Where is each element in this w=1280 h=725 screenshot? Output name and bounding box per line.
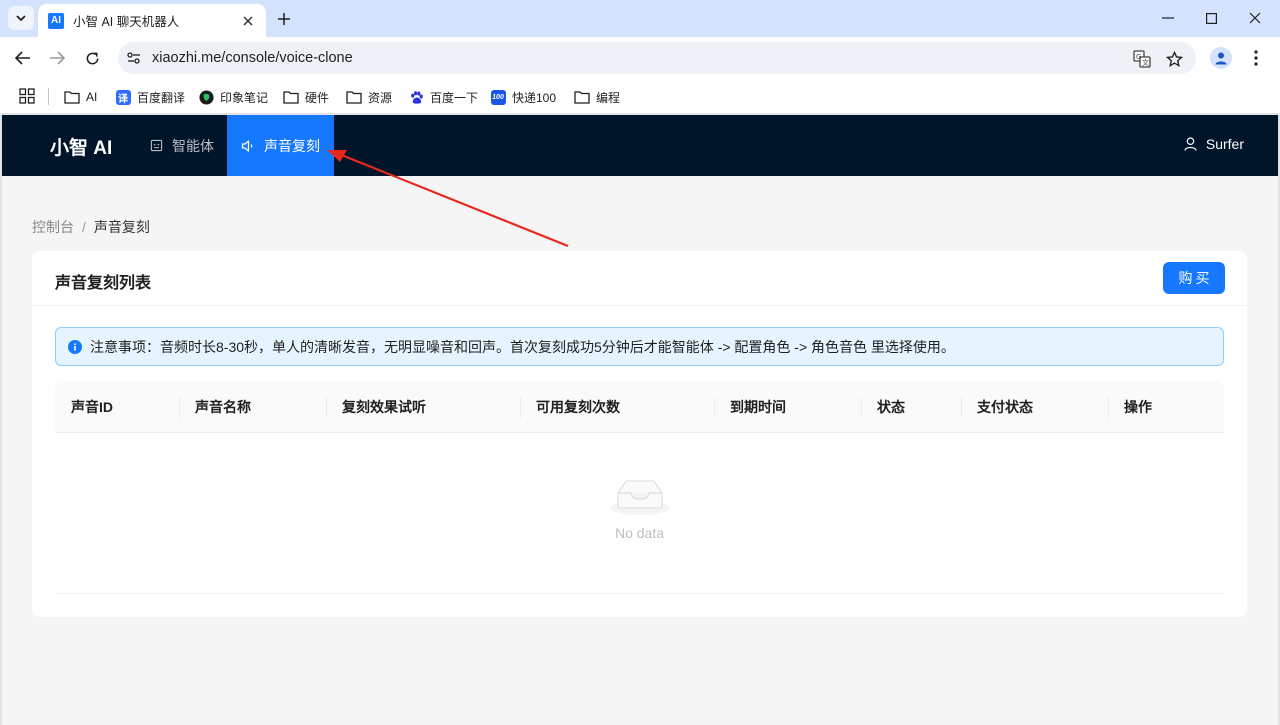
bookmark-star-icon[interactable] [1165, 50, 1183, 68]
site-settings-icon[interactable] [126, 50, 142, 66]
column-voice-name: 声音名称 [195, 399, 251, 415]
evernote-icon [198, 89, 214, 105]
tab-title: 小智 AI 聊天机器人 [73, 15, 180, 29]
maximize-icon[interactable] [1201, 8, 1221, 28]
bookmark-baidu[interactable]: 百度一下 [408, 87, 478, 107]
empty-inbox-icon [608, 475, 672, 521]
chevron-down-icon [16, 15, 26, 22]
empty-text: No data [614, 525, 665, 541]
bookmark-ai[interactable]: AI [64, 87, 97, 107]
folder-icon [64, 89, 80, 105]
folder-icon [283, 89, 299, 105]
url-text[interactable]: xiaozhi.me/console/voice-clone [152, 50, 353, 66]
column-preview: 复刻效果试听 [342, 399, 426, 415]
minimize-icon[interactable] [1158, 8, 1178, 28]
bookmarks-bar: AI 译 百度翻译 印象笔记 硬件 资源 百度一下 100 快递100 编程 [0, 79, 1280, 114]
new-tab-plus-icon[interactable] [274, 9, 294, 29]
browser-tab[interactable]: AI 小智 AI 聊天机器人 [38, 4, 266, 37]
bookmark-kuaidi100[interactable]: 100 快递100 [490, 87, 556, 107]
breadcrumb-console-link[interactable]: 控制台 [32, 217, 74, 237]
browser-tab-strip: AI 小智 AI 聊天机器人 [0, 0, 1280, 37]
robot-icon [149, 139, 163, 153]
baidu-translate-icon: 译 [115, 89, 131, 105]
breadcrumb-separator: / [82, 219, 86, 235]
user-menu[interactable]: Surfer [1184, 136, 1244, 152]
translate-icon[interactable]: G文 [1133, 50, 1151, 68]
bookmark-resources[interactable]: 资源 [346, 87, 392, 107]
apps-grid-icon[interactable] [19, 88, 35, 104]
svg-text:G: G [1136, 53, 1141, 61]
table-header: 声音ID 声音名称 复刻效果试听 可用复刻次数 到期时间 状态 支付状态 操作 [55, 381, 1224, 433]
voice-clone-card: 声音复刻列表 购买 注意事项：音频时长8-30秒，单人的清晰发音，无明显噪音和回… [32, 251, 1247, 617]
breadcrumb-current: 声音复刻 [93, 219, 150, 235]
table-body: No data [55, 433, 1224, 594]
tab-close-icon[interactable] [240, 13, 256, 29]
nav-item-voice-clone[interactable]: 声音复刻 [227, 115, 334, 176]
user-icon [1184, 137, 1198, 151]
tab-search-button[interactable] [8, 6, 34, 30]
user-name: Surfer [1205, 136, 1244, 152]
empty-state: No data [55, 475, 1224, 541]
card-title: 声音复刻列表 [55, 275, 152, 292]
breadcrumb: 控制台 / 声音复刻 [32, 217, 150, 237]
column-payment-status: 支付状态 [977, 399, 1033, 415]
baidu-paw-icon [408, 89, 424, 105]
favicon-icon: AI [48, 12, 64, 29]
bookmark-hardware[interactable]: 硬件 [283, 87, 329, 107]
svg-text:文: 文 [1142, 58, 1149, 67]
kuaidi100-icon: 100 [490, 89, 506, 105]
column-actions: 操作 [1124, 399, 1152, 415]
page-content: 小智 AI 智能体 声音复刻 Surfer 控制台 / 声音复刻 声音复刻列表 [2, 115, 1278, 725]
forward-arrow-icon[interactable] [45, 46, 69, 70]
app-header: 小智 AI 智能体 声音复刻 Surfer [2, 115, 1278, 176]
nav-item-agents[interactable]: 智能体 [135, 115, 228, 176]
bookmark-programming[interactable]: 编程 [574, 87, 620, 107]
bookmark-evernote[interactable]: 印象笔记 [198, 87, 268, 107]
info-circle-icon [68, 339, 82, 354]
app-logo[interactable]: 小智 AI [50, 133, 112, 160]
notice-alert: 注意事项：音频时长8-30秒，单人的清晰发音，无明显噪音和回声。首次复刻成功5分… [55, 327, 1224, 366]
browser-toolbar: xiaozhi.me/console/voice-clone G文 [0, 37, 1280, 79]
address-bar[interactable]: xiaozhi.me/console/voice-clone G文 [118, 42, 1196, 74]
voice-clone-table: 声音ID 声音名称 复刻效果试听 可用复刻次数 到期时间 状态 支付状态 操作 [55, 381, 1224, 594]
folder-icon [346, 89, 362, 105]
notice-text: 注意事项：音频时长8-30秒，单人的清晰发音，无明显噪音和回声。首次复刻成功5分… [90, 338, 955, 355]
column-expiry: 到期时间 [730, 399, 786, 415]
buy-button[interactable]: 购买 [1163, 262, 1225, 294]
profile-avatar-icon[interactable] [1210, 47, 1232, 69]
window-close-icon[interactable] [1245, 8, 1265, 28]
column-voice-id: 声音ID [71, 399, 113, 415]
column-status: 状态 [877, 399, 905, 415]
browser-menu-icon[interactable] [1248, 48, 1264, 68]
folder-icon [574, 89, 590, 105]
back-arrow-icon[interactable] [11, 46, 35, 70]
sound-icon [241, 139, 255, 153]
bookmarks-divider [48, 88, 49, 105]
reload-icon[interactable] [80, 46, 104, 70]
card-header: 声音复刻列表 购买 [32, 251, 1247, 306]
column-remaining-count: 可用复刻次数 [536, 399, 620, 415]
bookmark-baidu-translate[interactable]: 译 百度翻译 [115, 87, 185, 107]
